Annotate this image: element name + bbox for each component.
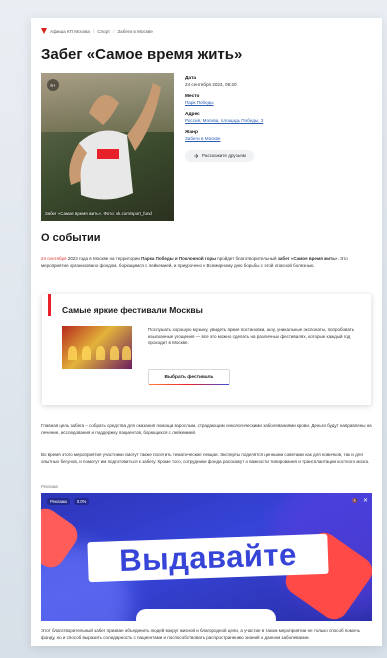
photo-caption: Забег «Самое время жить». Фото: vk.com/s…	[45, 211, 152, 217]
about-paragraph-1: 24 сентября 2023 года в Москве на террит…	[41, 256, 372, 269]
about-paragraph-4: Этот благотворительный забег призван объ…	[41, 628, 360, 640]
genre-label: Жанр	[185, 129, 198, 135]
runner-arm	[127, 83, 161, 151]
breadcrumb-category[interactable]: Спорт	[97, 29, 110, 34]
choose-festival-button[interactable]: Выбрать фестиваль	[148, 369, 230, 385]
p1-event: забег «Самое время жить»	[277, 256, 338, 261]
about-heading: О событии	[41, 232, 101, 244]
ad-top-bar: Реклама 0.0%	[47, 498, 90, 505]
runner-illustration	[69, 83, 161, 200]
page-background: Афиша КП Москва / Спорт / Забеги в Москв…	[0, 0, 387, 658]
event-photo[interactable]: 6+ Забег «Самое время жить». Фото: vk.co…	[41, 73, 174, 221]
close-icon[interactable]: ✕	[363, 497, 368, 504]
ad-label: Реклама	[41, 484, 58, 489]
promo-title[interactable]: Самые яркие фестивали Москвы	[62, 305, 203, 315]
ad-info: 0.0%	[73, 498, 90, 505]
breadcrumb-separator: /	[92, 28, 95, 34]
breadcrumb-current[interactable]: Забеги в Москве	[117, 29, 152, 34]
share-label: Расскажите друзьям	[202, 153, 246, 159]
share-button[interactable]: Расскажите друзьям	[185, 149, 254, 162]
dancer-figure	[82, 346, 91, 360]
address-link[interactable]: Россия, Москва, площадь Победы, 3	[185, 118, 365, 124]
mute-icon[interactable]: 🔇	[352, 498, 358, 504]
place-link[interactable]: Парк Победы	[185, 100, 365, 106]
runner-head	[89, 95, 119, 125]
dancer-figure	[96, 346, 105, 360]
share-icon	[194, 153, 199, 158]
breadcrumb-separator: /	[113, 28, 115, 34]
address-label: Адрес	[185, 111, 200, 117]
promo-text: Послушать хорошую музыку, увидеть яркие …	[148, 327, 355, 346]
dancer-figure	[122, 346, 131, 360]
page-title: Забег «Самое время жить»	[41, 46, 243, 63]
p1-text-b: пройдет благотворительный	[216, 256, 278, 261]
breadcrumb-site[interactable]: Афиша КП Москва	[50, 29, 90, 34]
p1-text-a: 2023 года в Москве на территории	[66, 256, 142, 261]
ad-tag[interactable]: Реклама	[47, 498, 70, 505]
date-label: Дата	[185, 76, 197, 81]
ad-banner[interactable]: Реклама 0.0% 🔇 ✕ Выдавайте	[41, 493, 372, 621]
kp-logo-icon	[41, 28, 47, 34]
ad-headline: Выдавайте	[87, 533, 329, 583]
age-badge: 6+	[47, 79, 59, 91]
promo-accent-bar	[48, 294, 51, 316]
genre-link[interactable]: Забеги в Москве	[185, 136, 365, 142]
runner-shirt	[79, 130, 133, 200]
breadcrumb: Афиша КП Москва / Спорт / Забеги в Москв…	[41, 28, 153, 34]
about-paragraph-2: Главная цель забега – собрать средства д…	[41, 423, 372, 435]
date-value: 24 сентября 2023, 08:20	[185, 82, 237, 87]
event-date-link[interactable]: 24 сентября	[41, 256, 66, 261]
runner-bib	[97, 149, 119, 159]
ad-pill	[136, 609, 276, 621]
dancer-figure	[68, 346, 77, 360]
place-label: Место	[185, 93, 200, 99]
dancer-figure	[110, 346, 119, 360]
p1-place: Парка Победы и Поклонной горы	[141, 256, 217, 261]
about-paragraph-3: Во время этого мероприятия участники смо…	[41, 452, 370, 464]
promo-image[interactable]	[62, 326, 132, 369]
event-details: Дата 24 сентября 2023, 08:20 Место Парк …	[185, 76, 365, 164]
article-card: Афиша КП Москва / Спорт / Забеги в Москв…	[31, 18, 382, 646]
festivals-promo: Самые яркие фестивали Москвы Послушать х…	[42, 294, 371, 405]
